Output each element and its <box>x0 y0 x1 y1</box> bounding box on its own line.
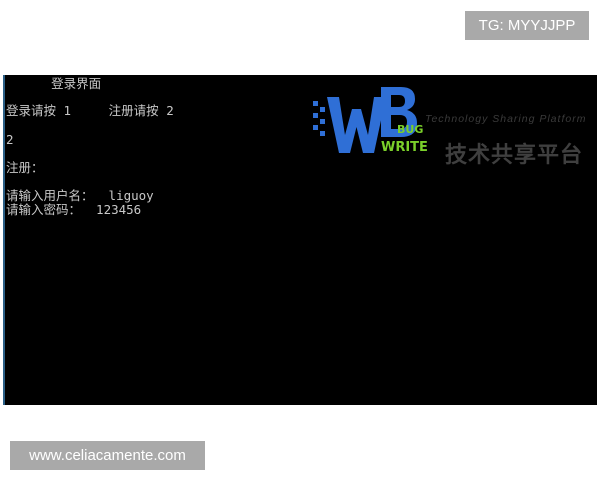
pixel-square <box>313 125 318 130</box>
pixel-square <box>313 113 318 118</box>
console-register-line: 注册： <box>6 160 44 175</box>
tg-label: TG: MYYJJPP <box>478 17 576 34</box>
console-menu-line: 登录请按 1 注册请按 2 <box>6 103 174 118</box>
watermark-cn-text: 技术共享平台 <box>445 143 584 168</box>
pixel-square <box>320 107 325 112</box>
console-title-line: 登录界面 <box>6 76 102 91</box>
site-badge: www.celiacamente.com <box>10 441 205 470</box>
console-password-line: 请输入密码： 123456 <box>6 202 142 217</box>
console-choice-line: 2 <box>6 132 14 147</box>
watermark-tagline: Technology Sharing Platform <box>425 113 587 125</box>
pixel-square <box>320 119 325 124</box>
logo-bug-text: BUG <box>397 123 423 136</box>
site-label: www.celiacamente.com <box>29 447 186 464</box>
console-window[interactable]: 登录界面 登录请按 1 注册请按 2 2 注册： 请输入用户名： liguoy … <box>3 75 597 405</box>
console-username-line: 请输入用户名： liguoy <box>6 188 154 203</box>
pixel-square <box>320 131 325 136</box>
logo-w-shape <box>327 97 386 153</box>
watermark-logo: BUG WRITE Technology Sharing Platform 技术… <box>311 83 597 168</box>
pixel-square <box>313 101 318 106</box>
console-left-edge <box>3 75 5 405</box>
tg-badge: TG: MYYJJPP <box>465 11 589 40</box>
logo-write-text: WRITE <box>381 140 428 155</box>
